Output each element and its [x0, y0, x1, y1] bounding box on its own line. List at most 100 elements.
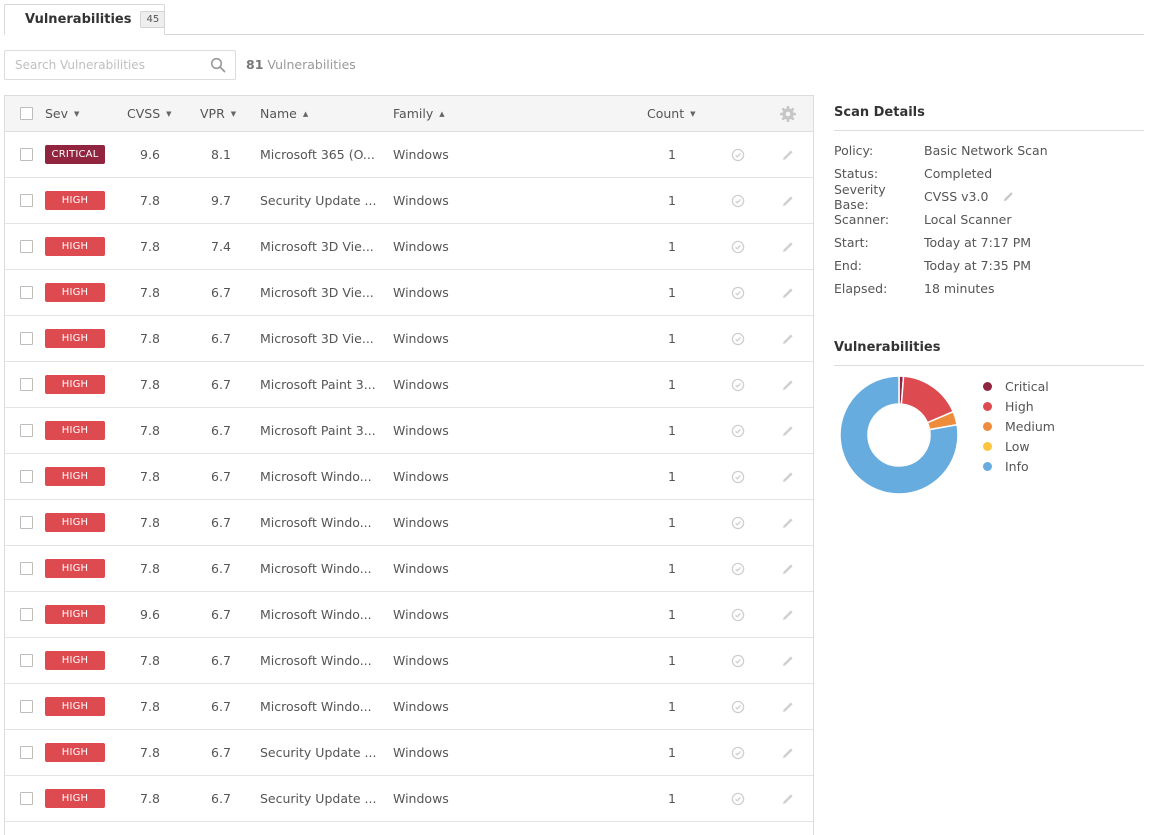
legend-item-low[interactable]: Low [983, 436, 1055, 456]
edit-pencil-icon[interactable] [781, 424, 795, 438]
edit-pencil-icon[interactable] [781, 746, 795, 760]
table-row[interactable]: HIGH 7.8 6.7 Microsoft Windo... Windows 1 [5, 546, 813, 592]
header-cvss[interactable]: CVSS ▼ [127, 96, 172, 131]
select-all-checkbox[interactable] [20, 107, 33, 120]
edit-pencil-icon[interactable] [781, 378, 795, 392]
check-circle-icon[interactable] [731, 792, 745, 806]
row-checkbox[interactable] [20, 148, 33, 161]
edit-cell [781, 224, 795, 269]
edit-pencil-icon[interactable] [781, 792, 795, 806]
legend-item-critical[interactable]: Critical [983, 376, 1055, 396]
scan-details-panel: Scan Details Policy: Basic Network Scan St… [834, 95, 1144, 300]
check-circle-icon[interactable] [731, 332, 745, 346]
row-checkbox[interactable] [20, 470, 33, 483]
table-row[interactable]: HIGH 7.8 6.7 Microsoft Paint 3... Windows 1 [5, 362, 813, 408]
check-circle-icon[interactable] [731, 654, 745, 668]
edit-pencil-icon[interactable] [781, 194, 795, 208]
legend-item-medium[interactable]: Medium [983, 416, 1055, 436]
name-cell: Microsoft 365 (O... [260, 147, 375, 162]
gear-icon[interactable] [779, 105, 797, 123]
cvss-cell: 9.6 [140, 607, 160, 622]
count-cell: 1 [668, 699, 676, 714]
row-checkbox[interactable] [20, 746, 33, 759]
severity-cell: HIGH [45, 776, 105, 821]
edit-pencil-icon[interactable] [781, 470, 795, 484]
row-checkbox[interactable] [20, 332, 33, 345]
edit-pencil-icon[interactable] [1002, 190, 1015, 203]
edit-pencil-icon[interactable] [781, 240, 795, 254]
tab-vulnerabilities[interactable]: Vulnerabilities 45 [4, 4, 166, 35]
row-checkbox[interactable] [20, 654, 33, 667]
check-circle-icon[interactable] [731, 286, 745, 300]
table-row[interactable]: HIGH 7.8 6.7 Microsoft 3D Vie... Windows 1 [5, 316, 813, 362]
scan-detail-label: Policy: [834, 143, 874, 158]
legend-item-high[interactable]: High [983, 396, 1055, 416]
search-icon[interactable] [210, 57, 226, 73]
row-checkbox[interactable] [20, 194, 33, 207]
table-row[interactable]: HIGH 7.8 6.7 Microsoft 3D Vie... Windows 1 [5, 270, 813, 316]
check-circle-icon[interactable] [731, 194, 745, 208]
row-checkbox[interactable] [20, 240, 33, 253]
header-count[interactable]: Count ▼ [647, 96, 696, 131]
check-circle-icon[interactable] [731, 562, 745, 576]
table-row[interactable]: HIGH 7.8 7.4 Microsoft 3D Vie... Windows 1 [5, 224, 813, 270]
sort-asc-icon: ▲ [439, 109, 445, 118]
header-vpr[interactable]: VPR ▼ [200, 96, 236, 131]
table-header: Sev ▼ CVSS ▼ VPR ▼ Name ▲ Family ▲ Count ▼ [5, 96, 813, 132]
family-cell: Windows [393, 423, 449, 438]
check-circle-icon[interactable] [731, 516, 745, 530]
table-row[interactable]: HIGH 7.8 6.7 Security Update ... Windows 1 [5, 730, 813, 776]
scan-detail-label: Elapsed: [834, 281, 888, 296]
row-checkbox[interactable] [20, 424, 33, 437]
table-row[interactable]: HIGH 9.6 6.7 Microsoft Windo... Windows 1 [5, 592, 813, 638]
edit-pencil-icon[interactable] [781, 654, 795, 668]
row-checkbox[interactable] [20, 700, 33, 713]
edit-pencil-icon[interactable] [781, 562, 795, 576]
status-cell [731, 592, 745, 637]
edit-pencil-icon[interactable] [781, 332, 795, 346]
table-row[interactable]: HIGH 7.8 6.7 Microsoft Windo... Windows 1 [5, 454, 813, 500]
header-name[interactable]: Name ▲ [260, 96, 308, 131]
cvss-cell: 7.8 [140, 791, 160, 806]
edit-pencil-icon[interactable] [781, 148, 795, 162]
scan-detail-value: Today at 7:17 PM [924, 235, 1032, 250]
edit-pencil-icon[interactable] [781, 608, 795, 622]
row-checkbox[interactable] [20, 286, 33, 299]
legend-label: Info [1005, 458, 1029, 474]
count-cell: 1 [668, 469, 676, 484]
severity-badge: CRITICAL [45, 145, 105, 164]
table-row[interactable]: HIGH 7.8 9.7 Security Update ... Windows 1 [5, 178, 813, 224]
edit-cell [781, 684, 795, 729]
check-circle-icon[interactable] [731, 148, 745, 162]
row-checkbox[interactable] [20, 608, 33, 621]
table-row[interactable]: HIGH 7.8 6.7 Microsoft Paint 3... Windows 1 [5, 408, 813, 454]
check-circle-icon[interactable] [731, 608, 745, 622]
check-circle-icon[interactable] [731, 470, 745, 484]
check-circle-icon[interactable] [731, 240, 745, 254]
search-input[interactable] [5, 51, 200, 79]
row-select-cell [20, 224, 33, 269]
table-row[interactable]: HIGH 7.8 6.7 Microsoft Windo... Windows 1 [5, 500, 813, 546]
edit-cell [781, 408, 795, 453]
row-checkbox[interactable] [20, 792, 33, 805]
table-row[interactable]: CRITICAL 9.6 8.1 Microsoft 365 (O... Windows… [5, 132, 813, 178]
edit-pencil-icon[interactable] [781, 516, 795, 530]
table-row[interactable]: HIGH 7.8 6.7 Microsoft Windo... Windows 1 [5, 638, 813, 684]
table-row[interactable]: HIGH 7.8 6.7 Microsoft Windo... Windows 1 [5, 684, 813, 730]
edit-pencil-icon[interactable] [781, 700, 795, 714]
sort-asc-icon: ▲ [302, 109, 309, 118]
edit-pencil-icon[interactable] [781, 286, 795, 300]
row-checkbox[interactable] [20, 562, 33, 575]
family-cell: Windows [393, 469, 449, 484]
row-checkbox[interactable] [20, 516, 33, 529]
sort-desc-icon: ▼ [230, 109, 237, 118]
check-circle-icon[interactable] [731, 378, 745, 392]
check-circle-icon[interactable] [731, 746, 745, 760]
check-circle-icon[interactable] [731, 700, 745, 714]
table-row[interactable]: HIGH 7.8 6.7 Security Update ... Windows 1 [5, 776, 813, 822]
header-family[interactable]: Family ▲ [393, 96, 445, 131]
row-checkbox[interactable] [20, 378, 33, 391]
check-circle-icon[interactable] [731, 424, 745, 438]
header-sev[interactable]: Sev ▼ [45, 96, 79, 131]
legend-item-info[interactable]: Info [983, 456, 1055, 476]
